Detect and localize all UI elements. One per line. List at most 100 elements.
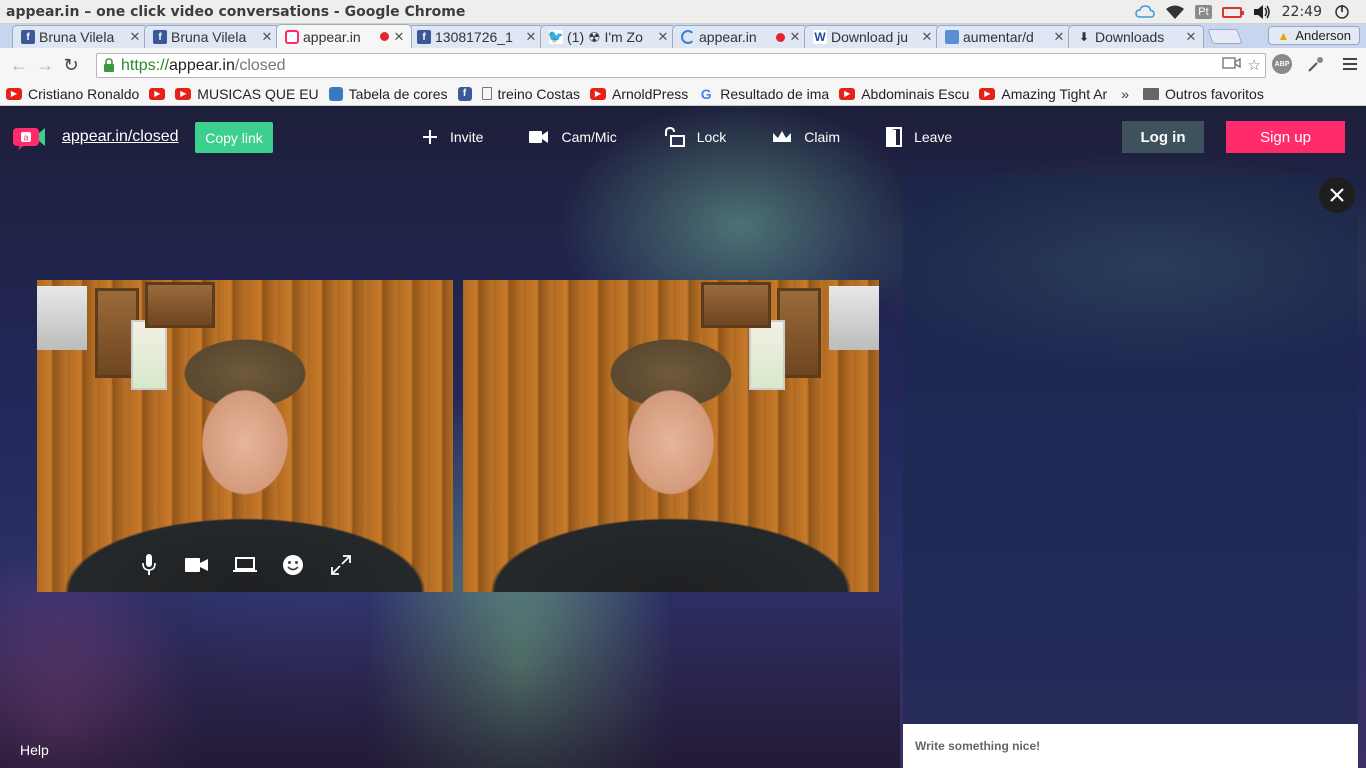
bookmark-item[interactable]: G Resultado de ima [698, 86, 829, 102]
facebook-icon: f [417, 30, 431, 44]
tab-close-icon[interactable]: ✕ [789, 29, 801, 45]
copy-link-button[interactable]: Copy link [195, 122, 273, 153]
lock-button[interactable]: Lock [663, 127, 726, 147]
help-link[interactable]: Help [20, 742, 49, 758]
bookmark-label: Abdominais Escu [861, 85, 970, 102]
system-tray: Pt 22:49 [1135, 0, 1352, 24]
browser-toolbar: ← → ↻ https:// appear.in /closed ☆ ABP [0, 48, 1366, 82]
claim-button[interactable]: Claim [772, 129, 840, 145]
tab-1[interactable]: f Bruna Vilela ✕ [144, 25, 280, 48]
secure-lock-icon[interactable] [103, 58, 117, 74]
tab-title: Bruna Vilela [171, 29, 247, 45]
leave-button[interactable]: Leave [886, 127, 952, 147]
tab-close-icon[interactable]: ✕ [261, 29, 273, 45]
video-background-detail [701, 282, 771, 328]
fullscreen-icon[interactable] [328, 552, 354, 578]
emoji-icon[interactable] [280, 552, 306, 578]
tab-6[interactable]: W Download ju ✕ [804, 25, 940, 48]
loading-icon [681, 30, 695, 44]
url-host: appear.in [169, 56, 235, 74]
login-button[interactable]: Log in [1122, 121, 1204, 153]
bookmark-star-icon[interactable]: ☆ [1248, 56, 1261, 74]
appear-in-logo-icon[interactable]: a [12, 123, 46, 151]
chat-message-input[interactable] [903, 724, 1358, 768]
plus-icon [423, 130, 437, 144]
battery-icon[interactable] [1221, 4, 1244, 20]
address-bar[interactable]: https:// appear.in /closed ☆ [96, 53, 1266, 78]
page-icon [481, 87, 492, 100]
volume-icon[interactable] [1252, 4, 1272, 20]
leave-label: Leave [914, 129, 953, 145]
appear-in-room: a appear.in/closed Copy link Invite Cam/… [0, 106, 1366, 768]
tab-8[interactable]: ⬇ Downloads ✕ [1068, 25, 1204, 48]
bookmark-item[interactable]: ▶ Abdominais Escu [839, 86, 969, 102]
video-background-detail [145, 282, 215, 328]
cam-mic-button[interactable]: Cam/Mic [529, 129, 617, 145]
tab-close-icon[interactable]: ✕ [393, 29, 405, 45]
tab-0[interactable]: f Bruna Vilela ✕ [12, 25, 148, 48]
background-trees [0, 588, 900, 768]
bookmark-item[interactable]: f [457, 86, 472, 101]
window-title: appear.in – one click video conversation… [6, 3, 466, 20]
new-tab-button[interactable] [1207, 29, 1243, 44]
app-header: a appear.in/closed Copy link Invite Cam/… [0, 106, 1366, 168]
bookmarks-more-chevron[interactable]: » [1121, 86, 1129, 102]
bookmark-label: Amazing Tight Ar [1001, 85, 1108, 102]
camera-permission-icon[interactable] [1221, 56, 1242, 74]
tab-close-icon[interactable]: ✕ [525, 29, 537, 45]
tab-close-icon[interactable]: ✕ [1185, 29, 1197, 45]
bookmark-other-favorites[interactable]: Outros favoritos [1143, 86, 1264, 102]
bookmark-item[interactable]: treino Costas [481, 86, 580, 102]
bookmark-item[interactable]: ▶ Amazing Tight Ar [979, 86, 1107, 102]
bookmark-item[interactable]: ▶ [149, 87, 166, 100]
tab-title: appear.in [303, 28, 361, 45]
profile-button[interactable]: ▲ Anderson [1268, 26, 1360, 45]
menu-icon[interactable] [1340, 54, 1360, 74]
local-video-feed[interactable] [37, 280, 453, 592]
tab-title: Bruna Vilela [39, 29, 115, 45]
tab-4[interactable]: 🐦 (1) ☢ I'm Zo ✕ [540, 25, 676, 48]
invite-button[interactable]: Invite [422, 129, 483, 145]
video-background-detail [749, 320, 785, 390]
camera-toggle-icon[interactable] [184, 552, 210, 578]
video-camera-icon [529, 131, 549, 143]
tab-2[interactable]: appear.in ✕ [276, 24, 412, 48]
power-icon[interactable] [1332, 4, 1352, 20]
appear-in-icon [285, 29, 299, 44]
back-arrow-icon[interactable]: ← [6, 52, 32, 78]
close-icon [1330, 188, 1344, 202]
wifi-icon[interactable] [1165, 4, 1185, 20]
tab-3[interactable]: f 13081726_1 ✕ [408, 25, 544, 48]
tab-7[interactable]: aumentar/d ✕ [936, 25, 1072, 48]
bookmark-item[interactable]: ▶ MUSICAS QUE EU [175, 86, 319, 102]
bookmarks-bar: ▶ Cristiano Ronaldo ▶ ▶ MUSICAS QUE EU Tabela… [0, 82, 1366, 106]
adblock-plus-icon[interactable]: ABP [1272, 54, 1292, 74]
signup-button[interactable]: Sign up [1226, 121, 1345, 153]
tab-close-icon[interactable]: ✕ [921, 29, 933, 45]
bookmark-item[interactable]: ▶ Cristiano Ronaldo [6, 86, 139, 102]
image-icon [328, 86, 343, 101]
tab-close-icon[interactable]: ✕ [129, 29, 141, 45]
remote-video-feed[interactable] [463, 280, 879, 592]
keyboard-language[interactable]: Pt [1195, 5, 1212, 19]
microphone-icon[interactable] [136, 552, 162, 578]
eyedropper-icon[interactable] [1306, 54, 1326, 74]
cam-mic-label: Cam/Mic [561, 129, 617, 145]
clock[interactable]: 22:49 [1282, 4, 1322, 20]
invite-label: Invite [450, 129, 484, 145]
recording-dot-icon [776, 32, 785, 42]
room-actions: Invite Cam/Mic Lock Claim Leave [422, 106, 998, 168]
close-chat-button[interactable] [1319, 177, 1355, 213]
bookmark-label: Tabela de cores [348, 85, 448, 102]
bookmark-item[interactable]: Tabela de cores [328, 85, 448, 102]
reload-icon[interactable]: ↻ [58, 52, 84, 78]
room-link[interactable]: appear.in/closed [62, 128, 179, 146]
tab-close-icon[interactable]: ✕ [657, 29, 669, 45]
cloud-icon[interactable] [1135, 4, 1155, 20]
forward-arrow-icon[interactable]: → [32, 52, 58, 78]
bookmark-item[interactable]: ▶ ArnoldPress [589, 86, 688, 102]
screenshare-icon[interactable] [232, 552, 258, 578]
video-background-detail [829, 286, 879, 350]
tab-5[interactable]: appear.in ✕ [672, 25, 808, 48]
tab-close-icon[interactable]: ✕ [1053, 29, 1065, 45]
